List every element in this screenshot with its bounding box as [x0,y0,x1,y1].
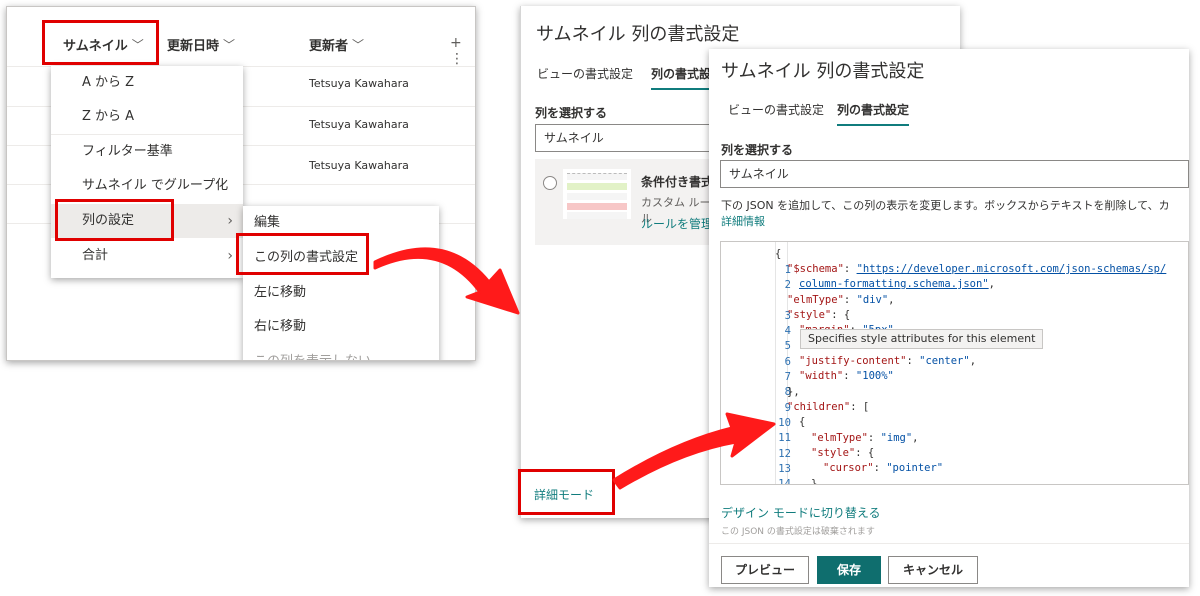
code-token: : { [831,309,851,321]
plus-icon: + [450,35,462,51]
menu-item-totals[interactable]: 合計 › [51,239,243,273]
design-mode-link[interactable]: デザイン モードに切り替える [721,504,880,521]
code-line: 15 } [721,476,1188,485]
column-dropdown-menu: A から Z Z から A フィルター基準 サムネイル でグループ化 列の設定 … [51,66,243,278]
code-token: : { [855,447,875,459]
highlight-box-column-header [42,20,159,65]
code-line: column-formatting.schema.json", [799,278,995,290]
code-line: 13 "style": { [721,445,1188,475]
code-line: 2 "$schema": "https://developer.microsof… [721,261,1188,291]
tab-column-formatting[interactable]: 列の書式設定 [837,101,910,126]
chevron-right-icon: › [227,213,233,229]
code-key: "elmType" [787,294,844,306]
editor-cell: Tetsuya Kawahara [309,77,409,90]
more-vertical-icon: ⋮ [450,51,464,67]
code-value: "pointer" [886,462,944,474]
tab-view-formatting[interactable]: ビューの書式設定 [537,65,633,82]
menu-item-filter[interactable]: フィルター基準 [51,135,243,169]
submenu-item-move-right[interactable]: 右に移動 [243,310,439,344]
column-header-modified[interactable]: 更新日時 ﹀ [167,35,235,54]
submenu-item-hide-column[interactable]: この列を表示しない [243,345,439,360]
highlight-box-format-column [236,233,369,275]
code-line: 7 "justify-content": "center", [721,353,1188,383]
code-token: } [811,478,818,485]
panel-title: サムネイル 列の書式設定 [721,61,925,82]
submenu-item-move-left[interactable]: 左に移動 [243,276,439,310]
list-view-panel: サムネイル ﹀ 更新日時 ﹀ 更新者 ﹀ + ⋮ Tetsuya Kawahar… [6,6,476,361]
tab-view-formatting[interactable]: ビューの書式設定 [728,101,824,118]
cancel-button[interactable]: キャンセル [888,556,978,584]
code-line: 8 "width": "100%" [721,368,1188,398]
manage-rules-link[interactable]: ルールを管理 [641,215,713,232]
add-column-button[interactable]: + ⋮ [450,35,475,67]
format-panel-advanced: サムネイル 列の書式設定 ビューの書式設定 列の書式設定 列を選択する サムネイ… [709,49,1189,587]
column-select-input[interactable]: サムネイル [535,124,715,152]
highlight-box-advanced-mode [518,469,615,515]
code-key: "elmType" [811,432,868,444]
editor-cell: Tetsuya Kawahara [309,118,409,131]
code-line: 9 }, [721,384,1188,414]
footer-divider [709,543,1189,544]
rule-title: 条件付き書式 [641,175,714,189]
tab-column-formatting[interactable]: 列の書式設 [651,65,712,90]
code-key: "cursor" [823,462,874,474]
code-token: { [799,416,806,428]
code-value: "div" [856,294,889,306]
preview-button[interactable]: プレビュー [721,556,809,584]
radio-button[interactable] [543,176,557,190]
select-column-label: 列を選択する [535,106,608,120]
code-key: "style" [811,447,856,459]
code-token: }, [787,386,800,398]
column-header-label: 更新日時 [167,39,220,54]
json-code-editor[interactable]: 1 { 2 "$schema": "https://developer.micr… [720,241,1189,485]
menu-item-sort-za[interactable]: Z から A [51,100,243,134]
chevron-down-icon: ﹀ [352,38,365,52]
json-description: 下の JSON を追加して、この列の表示を変更します。ボックスからテキストを削除… [721,199,1170,212]
code-value: column-formatting.schema.json" [799,278,989,290]
save-button[interactable]: 保存 [817,556,881,584]
conditional-format-option[interactable]: 条件付き書式 カスタム ルール ルールを管理 [535,159,715,245]
code-value: "100%" [855,370,894,382]
code-line: 1 { [721,246,1188,276]
code-line: 14 "cursor": "pointer" [721,460,1188,484]
code-key: "children" [787,401,851,413]
code-key: "style" [787,309,832,321]
learn-more-link[interactable]: 詳細情報 [721,213,765,229]
column-header-label: 更新者 [309,39,349,54]
chevron-down-icon: ﹀ [223,38,236,52]
code-value: "center" [919,355,970,367]
panel-title: サムネイル 列の書式設定 [536,24,740,45]
editor-cell: Tetsuya Kawahara [309,159,409,172]
code-line: 10 "children": [ [721,399,1188,429]
code-key: "width" [799,370,844,382]
menu-item-label: 合計 [82,248,109,263]
code-key: "$schema" [787,263,844,275]
menu-item-sort-az[interactable]: A から Z [51,66,243,100]
code-key: "justify-content" [799,355,907,367]
tooltip: Specifies style attributes for this elem… [800,329,1044,349]
rule-thumbnail-icon [563,169,631,219]
column-settings-submenu: 編集 この列の書式設定 左に移動 右に移動 この列を表示しない [243,206,439,360]
column-select-input[interactable]: サムネイル [720,160,1189,188]
column-header-editor[interactable]: 更新者 ﹀ [309,35,364,54]
menu-item-group-by[interactable]: サムネイル でグループ化 [51,169,243,203]
code-value: "img" [880,432,913,444]
chevron-right-icon: › [227,248,233,264]
highlight-box-column-settings [55,199,174,241]
code-line: 12 "elmType": "img", [721,430,1188,460]
code-value: "https://developer.microsoft.com/json-sc… [856,263,1167,275]
code-line: 11 { [721,414,1188,444]
select-column-label: 列を選択する [721,143,794,157]
code-line: 4 "style": { [721,307,1188,337]
discard-note: この JSON の書式設定は破棄されます [721,527,875,537]
code-token: : [ [850,401,870,413]
code-line: 3 "elmType": "div", [721,292,1188,322]
code-token: { [775,248,782,260]
